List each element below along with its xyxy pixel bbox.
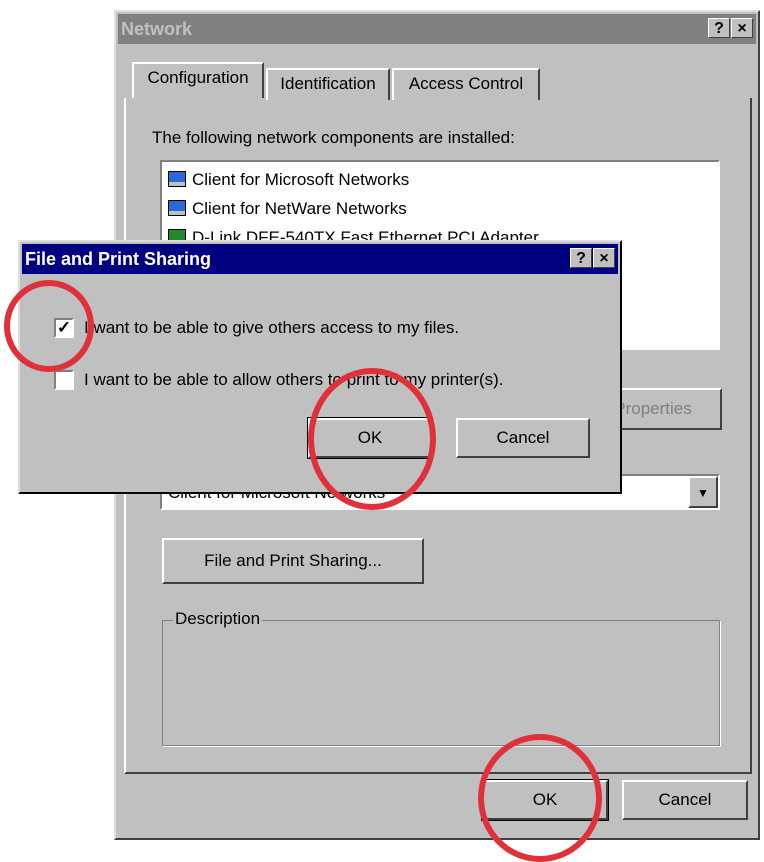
tab-configuration[interactable]: Configuration <box>132 62 264 98</box>
tab-access-control[interactable]: Access Control <box>392 68 540 100</box>
sharing-ok-button[interactable]: OK <box>307 417 433 459</box>
sharing-close-button[interactable]: × <box>593 248 615 268</box>
help-button[interactable]: ? <box>708 18 730 38</box>
close-button[interactable]: × <box>731 18 753 38</box>
description-label: Description <box>173 609 263 629</box>
tab-access-control-label: Access Control <box>408 74 524 93</box>
network-cancel-button[interactable]: Cancel <box>622 780 748 820</box>
sharing-cancel-button[interactable]: Cancel <box>456 418 590 458</box>
tab-identification[interactable]: Identification <box>266 68 390 100</box>
file-print-sharing-dialog: File and Print Sharing ? × ✓ I want to b… <box>18 240 622 494</box>
sharing-title-bar[interactable]: File and Print Sharing ? × <box>22 244 618 274</box>
list-item[interactable]: Client for NetWare Networks <box>168 197 407 221</box>
network-title: Network <box>121 19 193 39</box>
sharing-title: File and Print Sharing <box>25 249 212 269</box>
installed-components-label: The following network components are ins… <box>152 128 515 147</box>
share-printers-label[interactable]: I want to be able to allow others to pri… <box>84 370 504 390</box>
file-print-sharing-button[interactable]: File and Print Sharing... <box>162 538 424 584</box>
network-title-bar[interactable]: Network ? × <box>118 14 756 44</box>
share-files-label[interactable]: I want to be able to give others access … <box>84 318 459 338</box>
network-client-icon <box>168 171 186 187</box>
tab-configuration-label: Configuration <box>147 68 249 87</box>
sharing-help-button[interactable]: ? <box>570 248 592 268</box>
dropdown-arrow-icon[interactable]: ▼ <box>688 476 718 508</box>
network-ok-button[interactable]: OK <box>481 779 609 821</box>
network-client-icon <box>168 200 186 216</box>
tab-identification-label: Identification <box>280 74 376 93</box>
description-group: Description <box>162 609 720 746</box>
list-item[interactable]: Client for Microsoft Networks <box>168 168 409 192</box>
share-files-checkbox[interactable]: ✓ <box>54 318 74 338</box>
share-printers-checkbox[interactable] <box>54 370 74 390</box>
